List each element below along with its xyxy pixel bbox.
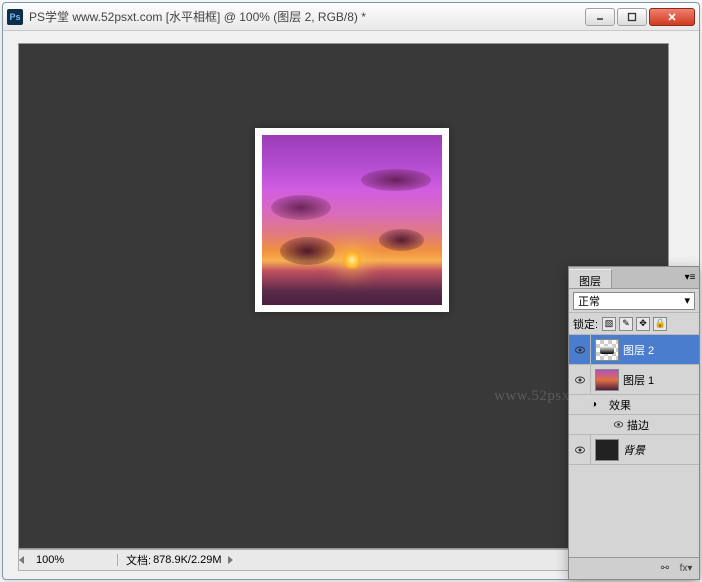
sunset-image <box>262 135 442 305</box>
layer-name[interactable]: 图层 2 <box>623 342 699 358</box>
blend-mode-select[interactable]: 正常 ▾ <box>573 292 695 310</box>
minimize-button[interactable] <box>585 8 615 26</box>
lock-label: 锁定: <box>573 316 598 332</box>
blend-mode-value: 正常 <box>578 293 600 309</box>
chevron-right-icon <box>228 556 233 564</box>
panel-footer: ⚯ fx▾ <box>569 557 699 579</box>
dropdown-arrow-icon: ▾ <box>684 294 690 307</box>
sun-icon <box>343 251 361 269</box>
layer-thumbnail[interactable] <box>595 439 619 461</box>
panel-tabs: 图层 ▾≡ <box>569 267 699 289</box>
visibility-toggle[interactable] <box>569 365 591 394</box>
layer-name[interactable]: 背景 <box>623 442 699 458</box>
lock-move-icon[interactable]: ✥ <box>636 317 650 331</box>
layer-thumbnail[interactable] <box>595 369 619 391</box>
close-button[interactable] <box>649 8 695 26</box>
panel-menu-button[interactable]: ▾≡ <box>681 267 699 288</box>
doc-size: 878.9K/2.29M <box>153 554 222 566</box>
blend-mode-row: 正常 ▾ <box>569 289 699 313</box>
lock-icons: ▧ ✎ ✥ 🔒 <box>602 317 667 331</box>
layer-row[interactable]: 图层 2 <box>569 335 699 365</box>
zoom-level[interactable]: 100% <box>30 554 118 566</box>
effects-label: 效果 <box>609 397 631 413</box>
window-title: PS学堂 www.52psxt.com [水平相框] @ 100% (图层 2,… <box>29 8 585 25</box>
effect-stroke-row[interactable]: 描边 <box>569 415 699 435</box>
layer-thumbnail[interactable] <box>595 339 619 361</box>
lock-all-icon[interactable]: 🔒 <box>653 317 667 331</box>
lock-transparency-icon[interactable]: ▧ <box>602 317 616 331</box>
chevron-left-icon[interactable] <box>19 556 24 564</box>
layer-list: 图层 2 图层 1 ◑ 效果 描边 背景 <box>569 335 699 465</box>
lock-row: 锁定: ▧ ✎ ✥ 🔒 <box>569 313 699 335</box>
visibility-toggle[interactable] <box>569 435 591 464</box>
layer-name[interactable]: 图层 1 <box>623 372 699 388</box>
artboard[interactable] <box>255 128 449 312</box>
layer-row[interactable]: 背景 <box>569 435 699 465</box>
link-layers-button[interactable]: ⚯ <box>657 562 673 576</box>
layer-row[interactable]: 图层 1 <box>569 365 699 395</box>
titlebar: Ps PS学堂 www.52psxt.com [水平相框] @ 100% (图层… <box>3 3 699 31</box>
visibility-toggle[interactable] <box>569 335 591 364</box>
doc-label: 文档: <box>126 552 151 568</box>
window-controls <box>585 8 695 26</box>
lock-paint-icon[interactable]: ✎ <box>619 317 633 331</box>
stroke-label: 描边 <box>627 417 649 433</box>
doc-info[interactable]: 文档: 878.9K/2.29M <box>118 552 241 568</box>
layers-panel: 图层 ▾≡ 正常 ▾ 锁定: ▧ ✎ ✥ 🔒 图层 2 <box>568 266 700 580</box>
effects-icon: ◑ <box>591 399 605 410</box>
tab-layers[interactable]: 图层 <box>569 269 612 288</box>
visibility-toggle[interactable] <box>609 419 627 430</box>
maximize-button[interactable] <box>617 8 647 26</box>
effects-row[interactable]: ◑ 效果 <box>569 395 699 415</box>
layer-fx-button[interactable]: fx▾ <box>678 562 694 576</box>
app-icon: Ps <box>7 9 23 25</box>
